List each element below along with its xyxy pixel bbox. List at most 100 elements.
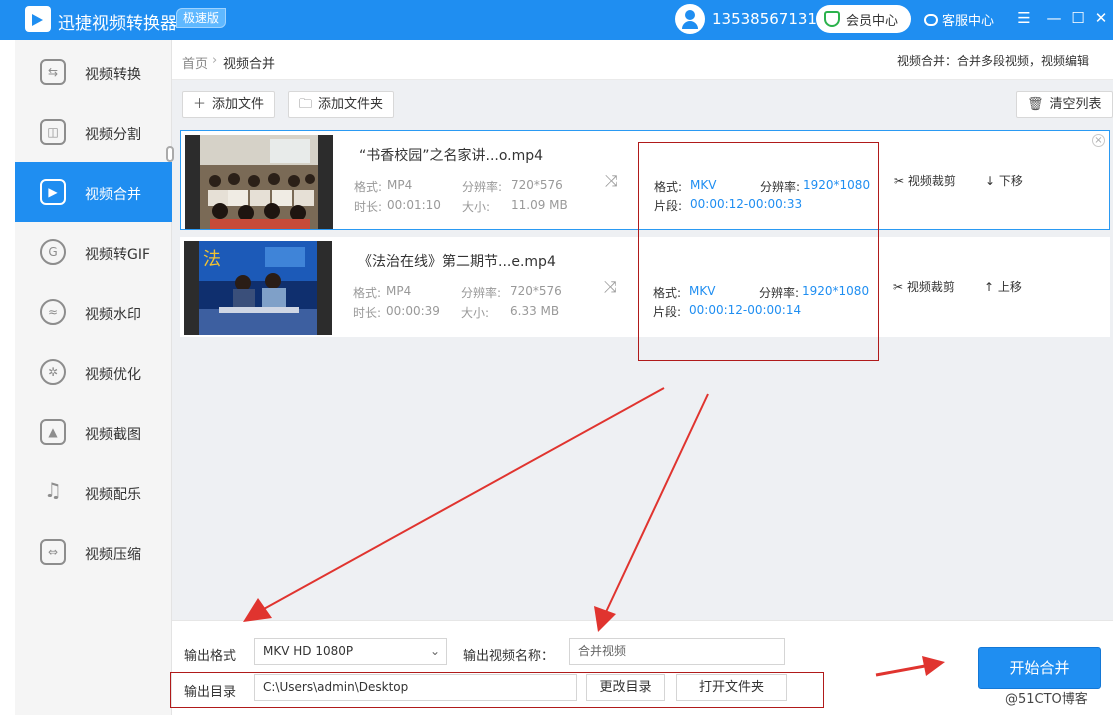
svg-text:法: 法	[203, 249, 221, 270]
close-button[interactable]: ✕	[1091, 8, 1111, 28]
move-down-label: 下移	[998, 174, 1023, 188]
format-label: 格式:	[354, 180, 383, 194]
format-label: 格式:	[353, 286, 382, 300]
crop-button[interactable]: ✂ 视频裁剪	[894, 172, 956, 189]
video-split-icon: ◫	[40, 119, 66, 145]
menu-icon[interactable]: ☰	[1014, 8, 1034, 28]
add-file-label: 添加文件	[212, 97, 265, 112]
video-merge-icon: ▶	[40, 179, 66, 205]
music-icon: ♫	[44, 478, 62, 502]
crop-label: 视频裁剪	[907, 174, 956, 188]
add-folder-label: 添加文件夹	[318, 97, 384, 112]
customer-service-label: 客服中心	[942, 14, 995, 29]
crop-label: 视频裁剪	[906, 280, 955, 294]
page-hint: 视频合并：合并多段视频，视频编辑	[896, 54, 1089, 68]
classroom-thumbnail-image	[200, 135, 318, 229]
add-folder-button[interactable]: 🗀 添加文件夹	[288, 91, 395, 118]
annotation-box-output-info	[638, 142, 879, 361]
source-resolution: 720*576	[510, 284, 562, 298]
duration-value: 00:01:10	[387, 198, 441, 212]
sidebar-item-label: 视频压缩	[85, 547, 141, 563]
sidebar-item-video-optimize[interactable]: ✲ 视频优化	[15, 342, 172, 402]
trash-icon: 🗑	[1027, 97, 1044, 112]
breadcrumb-separator: ›	[212, 53, 218, 68]
add-file-button[interactable]: ＋ 添加文件	[182, 91, 276, 118]
sidebar-item-video-gif[interactable]: G 视频转GIF	[15, 222, 172, 282]
user-phone[interactable]: 13538567131	[712, 10, 817, 28]
customer-service-button[interactable]: 客服中心	[924, 10, 994, 29]
arrow-up-icon: ↑	[984, 280, 995, 294]
scissors-icon: ✂	[894, 174, 905, 188]
sidebar-item-label: 视频转换	[85, 67, 141, 83]
output-name-label: 输出视频名称：	[463, 649, 555, 664]
video-convert-icon: ⇆	[40, 59, 66, 85]
chat-bubble-icon	[924, 14, 938, 26]
annotation-box-output-dir	[170, 672, 824, 708]
sidebar-item-label: 视频分割	[85, 127, 141, 143]
app-title: 迅捷视频转换器	[58, 14, 177, 34]
output-format-selected: MKV HD 1080P	[263, 644, 354, 658]
breadcrumb-home[interactable]: 首页	[182, 53, 208, 72]
news-studio-thumbnail-image: 法	[199, 241, 317, 335]
duration-label: 时长:	[354, 200, 383, 214]
resolution-label: 分辨率:	[461, 286, 502, 300]
video-thumbnail: 法	[184, 241, 332, 335]
app-logo-icon	[25, 6, 51, 32]
sidebar-item-label: 视频截图	[85, 427, 141, 443]
clear-list-button[interactable]: 🗑 清空列表	[1016, 91, 1113, 118]
resolution-label: 分辨率:	[462, 180, 503, 194]
vip-center-button[interactable]: 会员中心	[816, 5, 911, 33]
source-format: MP4	[386, 284, 412, 298]
film-reel-icon: ✲	[40, 359, 66, 385]
sidebar: ⇆ 视频转换 ◫ 视频分割 ▶ 视频合并 G 视频转GIF ≈ 视频水印 ✲ 视…	[0, 40, 172, 715]
video-thumbnail	[185, 135, 333, 229]
sidebar-item-video-merge[interactable]: ▶ 视频合并	[15, 162, 172, 222]
gif-icon: G	[40, 239, 66, 265]
move-up-label: 上移	[997, 280, 1022, 294]
breadcrumb-current: 视频合并	[223, 57, 276, 72]
sidebar-item-video-split[interactable]: ◫ 视频分割	[15, 102, 172, 162]
screenshot-icon: ▲	[40, 419, 66, 445]
folder-icon: 🗀	[299, 97, 313, 112]
sidebar-item-label: 视频配乐	[85, 487, 141, 503]
watermark-text: @51CTO博客	[1005, 692, 1088, 707]
sidebar-item-video-convert[interactable]: ⇆ 视频转换	[15, 42, 172, 102]
shuffle-icon: ⤨	[605, 171, 618, 190]
file-name: 《法治在线》第二期节...e.mp4	[358, 254, 556, 270]
duration-value: 00:00:39	[386, 304, 440, 318]
remove-file-icon[interactable]: ×	[1092, 134, 1105, 147]
shuffle-icon: ⤨	[604, 277, 617, 296]
move-down-button[interactable]: ↓ 下移	[985, 172, 1023, 189]
clear-list-label: 清空列表	[1049, 97, 1102, 112]
size-value: 6.33 MB	[510, 304, 560, 318]
vip-center-label: 会员中心	[846, 14, 899, 29]
watermark-icon: ≈	[40, 299, 66, 325]
maximize-button[interactable]: ☐	[1068, 8, 1088, 28]
minimize-button[interactable]: —	[1044, 8, 1064, 28]
output-format-select[interactable]: MKV HD 1080P ⌄	[254, 638, 447, 665]
sidebar-item-video-compress[interactable]: ⇔ 视频压缩	[15, 522, 172, 582]
file-name: “书香校园”之名家讲...o.mp4	[359, 148, 544, 164]
source-resolution: 720*576	[511, 178, 563, 192]
duration-label: 时长:	[353, 306, 382, 320]
start-merge-button[interactable]: 开始合并	[978, 647, 1101, 689]
size-label: 大小:	[461, 306, 490, 320]
chevron-down-icon: ⌄	[429, 644, 440, 658]
size-value: 11.09 MB	[511, 198, 568, 212]
edition-badge: 极速版	[176, 8, 227, 28]
arrow-down-icon: ↓	[985, 174, 996, 188]
move-up-button[interactable]: ↑ 上移	[984, 278, 1022, 295]
crop-button[interactable]: ✂ 视频裁剪	[893, 278, 955, 295]
scissors-icon: ✂	[893, 280, 904, 294]
sidebar-item-label: 视频水印	[85, 307, 141, 323]
sidebar-item-video-screenshot[interactable]: ▲ 视频截图	[15, 402, 172, 462]
user-avatar-icon[interactable]	[675, 4, 705, 34]
source-format: MP4	[387, 178, 413, 192]
compress-icon: ⇔	[40, 539, 66, 565]
vip-diamond-icon	[824, 11, 840, 27]
output-name-input[interactable]: 合并视频	[569, 638, 785, 665]
plus-icon: ＋	[193, 97, 207, 112]
sidebar-item-label: 视频合并	[85, 187, 141, 203]
sidebar-item-video-watermark[interactable]: ≈ 视频水印	[15, 282, 172, 342]
sidebar-item-video-music[interactable]: ♫ 视频配乐	[15, 462, 172, 522]
